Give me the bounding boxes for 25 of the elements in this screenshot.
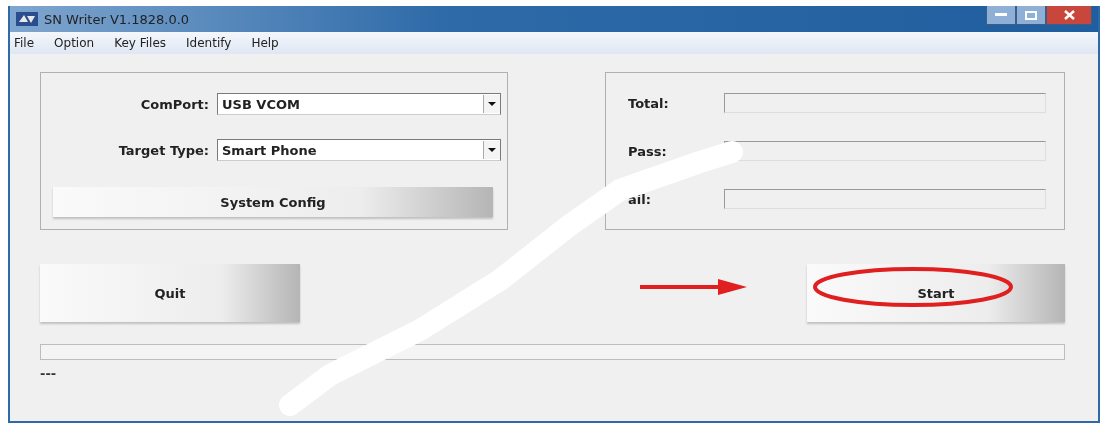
minimize-button[interactable]: [986, 6, 1016, 25]
minimize-icon: [995, 13, 1007, 17]
field-label: ComPort:: [139, 96, 210, 112]
app-logo-icon: [16, 12, 38, 26]
close-icon: [1063, 10, 1075, 20]
counter-label: Total:: [628, 95, 670, 111]
caret-icon: [488, 148, 496, 152]
maximize-icon: [1025, 10, 1037, 20]
menu-item[interactable]: Option: [54, 36, 95, 50]
counter-label: Pass:: [628, 143, 668, 159]
counter-label: ail:: [628, 191, 652, 207]
dropdown[interactable]: Smart Phone: [217, 139, 501, 161]
quit-button[interactable]: Quit: [40, 264, 300, 322]
caret-icon: [488, 102, 496, 106]
maximize-button[interactable]: [1016, 6, 1046, 25]
dropdown[interactable]: USB VCOM: [217, 93, 501, 115]
system-config-button[interactable]: System Config: [53, 187, 493, 217]
menu-item[interactable]: Identify: [186, 36, 232, 50]
window-title: SN Writer V1.1828.0.0: [44, 11, 190, 27]
close-button[interactable]: [1046, 6, 1092, 25]
menu-item[interactable]: Help: [251, 36, 279, 50]
menu-item[interactable]: File: [14, 36, 35, 50]
field-label: Target Type:: [117, 142, 210, 158]
menu-item[interactable]: Key Files: [114, 36, 167, 50]
status-text: ---: [40, 366, 58, 381]
